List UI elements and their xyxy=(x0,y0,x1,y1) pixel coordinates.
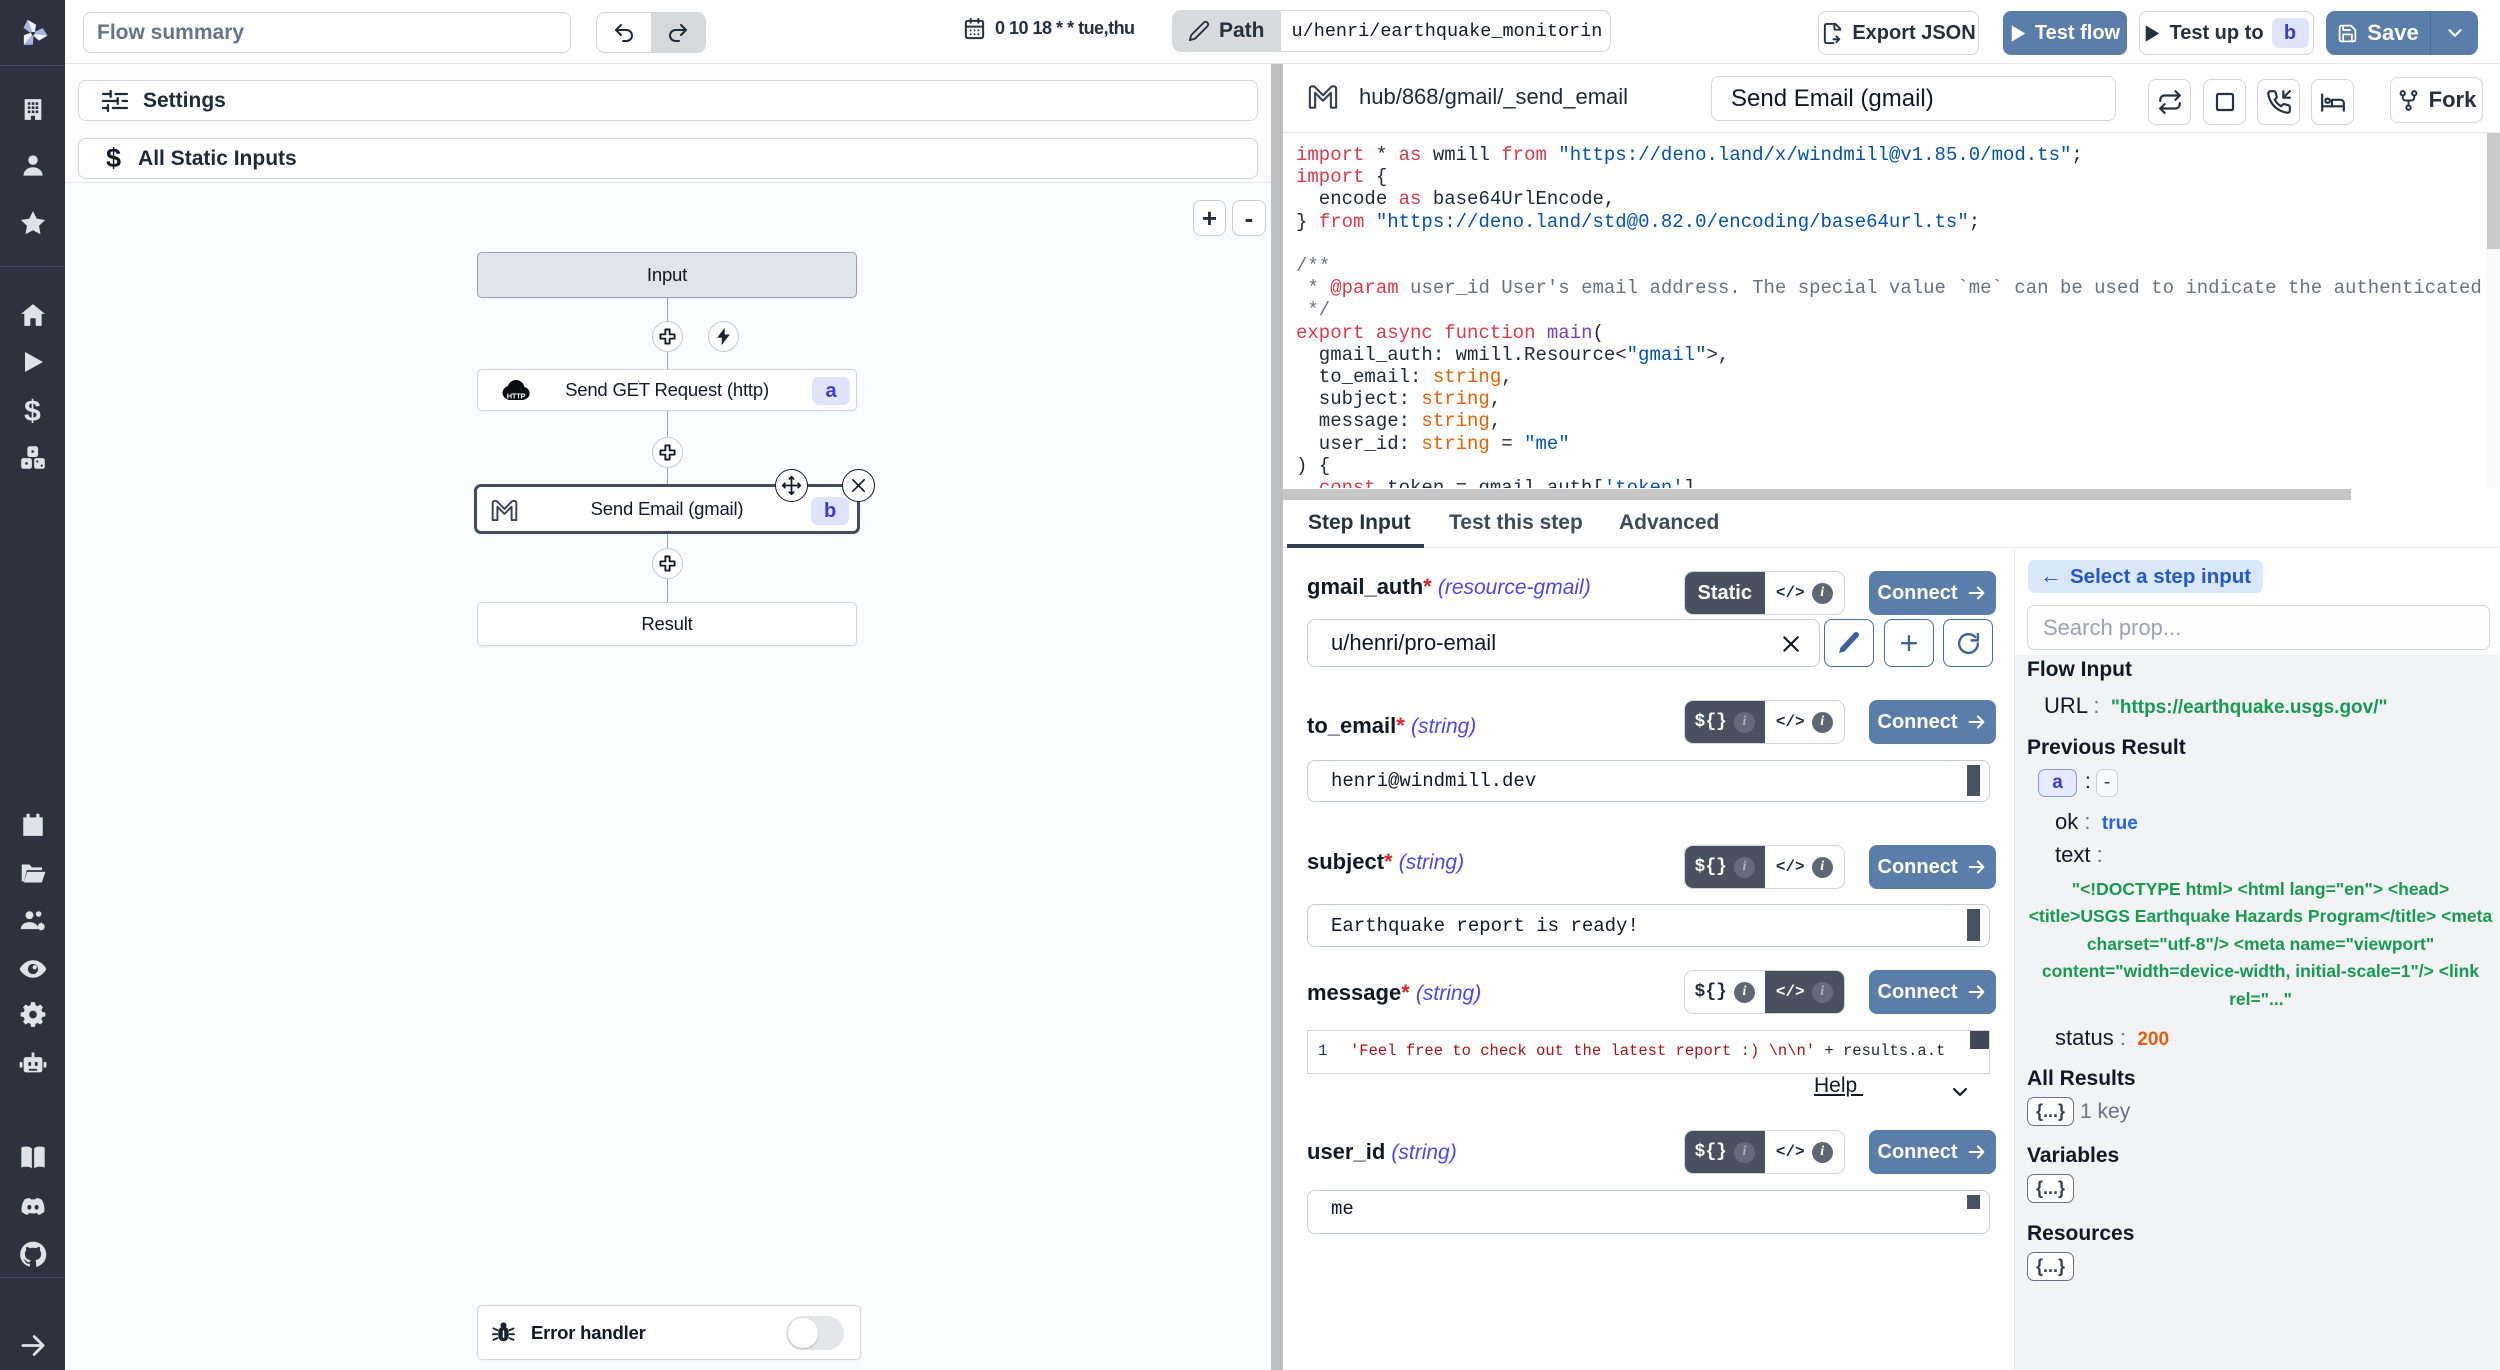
svg-text:HTTP: HTTP xyxy=(507,392,526,401)
